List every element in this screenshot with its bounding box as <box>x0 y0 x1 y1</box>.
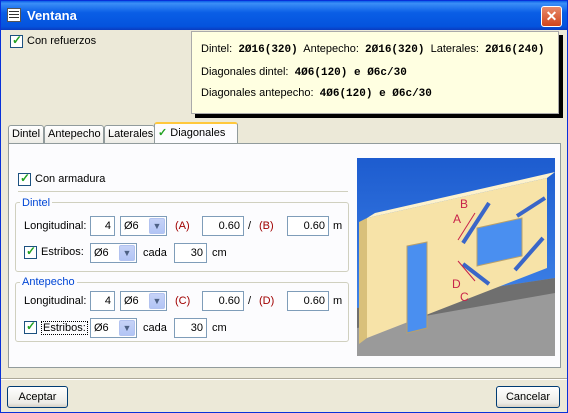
dintel-summary-label: Dintel: <box>201 43 233 55</box>
dintel-summary-value: 2Ø16(320) <box>238 44 298 56</box>
antepecho-d-label: (D) <box>259 295 275 307</box>
antepecho-diameter-select[interactable]: Ø6 ▼ <box>120 291 167 311</box>
divider <box>18 191 348 192</box>
antepecho-estribos-select[interactable]: Ø6 ▼ <box>90 318 137 338</box>
dintel-b-label: (B) <box>259 220 274 232</box>
window-icon <box>7 8 21 22</box>
diagram-label-a: A <box>453 212 461 226</box>
tab-dintel[interactable]: Dintel <box>8 125 44 144</box>
chevron-down-icon[interactable]: ▼ <box>149 218 165 234</box>
chevron-down-icon[interactable]: ▼ <box>119 320 135 336</box>
summary-tooltip: Dintel: 2Ø16(320) Antepecho: 2Ø16(320) L… <box>191 31 559 114</box>
antepecho-estribos-checkbox[interactable] <box>24 319 37 334</box>
laterales-summary-value: 2Ø16(240) <box>485 44 545 56</box>
dintel-estribos-label: Estribos: <box>41 246 84 258</box>
antepecho-spacing-unit: cm <box>212 322 227 334</box>
footer-separator <box>1 378 567 380</box>
antepecho-group-title: Antepecho <box>20 276 77 288</box>
antepecho-longitudinal-label: Longitudinal: <box>24 295 87 307</box>
antepecho-summary-label: Antepecho: <box>303 43 359 55</box>
dintel-cada-label: cada <box>143 247 167 259</box>
dintel-b-input[interactable]: 0.60 <box>287 216 329 236</box>
title-bar: Ventana ✕ <box>1 1 567 30</box>
antepecho-unit: m <box>333 295 343 307</box>
close-icon: ✕ <box>545 8 558 24</box>
antepecho-c-label: (C) <box>175 295 191 307</box>
antepecho-spacing-input[interactable]: 30 <box>174 318 207 338</box>
dintel-group-title: Dintel <box>20 197 53 209</box>
diag-dintel-value: 4Ø6(120) e Ø6c/30 <box>294 67 407 79</box>
dintel-estribos-select[interactable]: Ø6 ▼ <box>90 243 137 263</box>
check-icon: ✓ <box>158 127 168 139</box>
dialog-window: Ventana ✕ Con refuerzos Dintel: 2Ø16(320… <box>0 0 568 413</box>
antepecho-diameter-value: Ø6 <box>124 295 139 307</box>
antepecho-summary-value: 2Ø16(320) <box>365 44 425 56</box>
tab-antepecho[interactable]: Antepecho <box>44 125 104 144</box>
armadura-checkbox[interactable] <box>18 171 31 186</box>
dintel-spacing-input[interactable]: 30 <box>174 243 207 263</box>
dintel-spacing-unit: cm <box>212 247 227 259</box>
dintel-estribos-checkbox[interactable] <box>24 244 37 259</box>
antepecho-estribos-label: Estribos: <box>41 321 88 335</box>
armadura-label: Con armadura <box>35 173 106 185</box>
diagram-label-c: C <box>460 290 469 304</box>
diag-antepecho-label: Diagonales antepecho: <box>201 87 314 99</box>
refuerzos-label: Con refuerzos <box>27 35 97 47</box>
antepecho-d-input[interactable]: 0.60 <box>287 291 329 311</box>
antepecho-estribos-value: Ø6 <box>94 322 109 334</box>
antepecho-slash: / <box>248 295 252 307</box>
close-button[interactable]: ✕ <box>541 6 562 27</box>
antepecho-c-input[interactable]: 0.60 <box>202 291 244 311</box>
refuerzos-checkbox[interactable] <box>10 33 23 48</box>
tab-laterales[interactable]: Laterales <box>104 125 155 144</box>
diag-antepecho-value: 4Ø6(120) e Ø6c/30 <box>319 88 432 100</box>
antepecho-cada-label: cada <box>143 322 167 334</box>
dintel-estribos-value: Ø6 <box>94 247 109 259</box>
cancel-button[interactable]: Cancelar <box>496 386 560 408</box>
diag-dintel-label: Diagonales dintel: <box>201 66 289 78</box>
dintel-diameter-select[interactable]: Ø6 ▼ <box>120 216 167 236</box>
dintel-a-input[interactable]: 0.60 <box>202 216 244 236</box>
chevron-down-icon[interactable]: ▼ <box>149 293 165 309</box>
window-diagram: A B D C <box>357 158 555 356</box>
laterales-summary-label: Laterales: <box>430 43 479 55</box>
chevron-down-icon[interactable]: ▼ <box>119 245 135 261</box>
tab-diagonales[interactable]: ✓ Diagonales <box>154 122 238 145</box>
dintel-a-label: (A) <box>175 220 190 232</box>
diagram-label-b: B <box>460 197 468 211</box>
antepecho-count-input[interactable]: 4 <box>90 291 115 311</box>
accept-button[interactable]: Aceptar <box>7 386 68 408</box>
dintel-longitudinal-label: Longitudinal: <box>24 220 87 232</box>
dintel-diameter-value: Ø6 <box>124 220 139 232</box>
dintel-unit: m <box>333 220 343 232</box>
diagram-label-d: D <box>452 277 461 291</box>
window-title: Ventana <box>27 8 77 23</box>
dintel-count-input[interactable]: 4 <box>90 216 115 236</box>
dintel-slash: / <box>248 220 252 232</box>
tab-diagonales-label: Diagonales <box>170 127 226 139</box>
